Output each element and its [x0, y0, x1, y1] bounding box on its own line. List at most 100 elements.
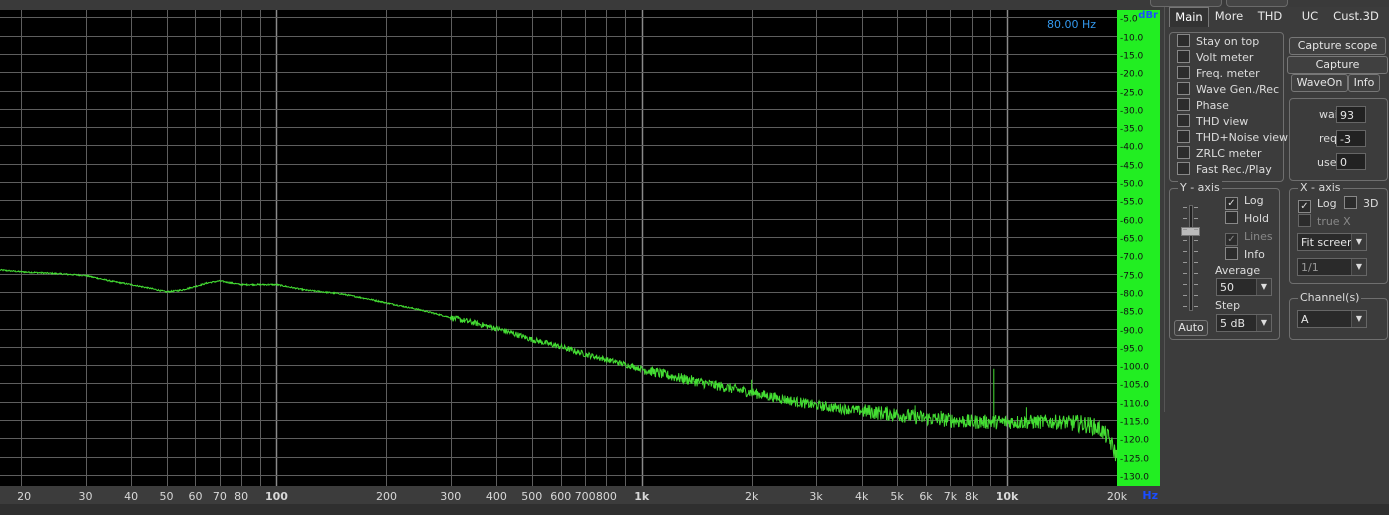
channel-select[interactable]: A ▼ [1297, 310, 1367, 328]
option-row[interactable]: Freq. meter [1177, 66, 1260, 82]
tab-thd[interactable]: THD [1251, 7, 1289, 26]
ratio-select[interactable]: 1/1 ▼ [1297, 258, 1367, 276]
frequency-readout: 80.00 Hz [1047, 18, 1096, 31]
y-tick-label: -20.0 [1120, 70, 1144, 80]
y-lines-checkbox[interactable]: ✓ [1225, 233, 1238, 246]
option-row[interactable]: Fast Rec./Play [1177, 162, 1272, 178]
chevron-down-icon: ▼ [1256, 315, 1271, 331]
option-label: THD view [1196, 115, 1249, 128]
capture-spectrum-button[interactable]: Capture spectrum [1287, 56, 1388, 87]
x-tick-label: 3k [809, 490, 823, 503]
x-tick-label: 10k [996, 490, 1019, 503]
y-tick-label: -115.0 [1120, 418, 1149, 428]
y-tick-label: -75.0 [1120, 272, 1144, 282]
option-checkbox[interactable] [1177, 146, 1190, 159]
x-tick-label: 20k [1107, 490, 1128, 503]
x-tick-label: 50 [160, 490, 174, 503]
y-tick-label: -95.0 [1120, 345, 1144, 355]
y-tick-label: -45.0 [1120, 162, 1144, 172]
option-label: Volt meter [1196, 51, 1254, 64]
x-tick-label: 700 [575, 490, 596, 503]
y-tick-label: -120.0 [1120, 436, 1149, 446]
option-checkbox[interactable] [1177, 66, 1190, 79]
x-log-option[interactable]: ✓ Log [1298, 196, 1337, 213]
y-scale-bar [1117, 10, 1160, 486]
y-tick-label: -5.0 [1120, 15, 1138, 25]
x-3d-option[interactable]: 3D [1344, 196, 1378, 212]
x-tick-label: 100 [265, 490, 288, 503]
x-tick-label: 8k [965, 490, 979, 503]
x-tick-label: 70 [213, 490, 227, 503]
y-tick-label: -10.0 [1120, 34, 1144, 44]
y-lines-option[interactable]: ✓ Lines [1225, 229, 1273, 246]
channels-title: Channel(s) [1298, 291, 1362, 304]
capture-scope-button[interactable]: Capture scope [1289, 37, 1386, 55]
tab-cust3d[interactable]: Cust.3D [1331, 7, 1381, 26]
option-label: Fast Rec./Play [1196, 163, 1272, 176]
x-tick-label: 400 [486, 490, 507, 503]
option-row[interactable]: THD view [1177, 114, 1248, 130]
auto-button[interactable]: Auto [1174, 320, 1208, 336]
toolbar-button[interactable] [1150, 0, 1222, 7]
option-checkbox[interactable] [1177, 98, 1190, 111]
fit-mode-select[interactable]: Fit screen ▼ [1297, 233, 1367, 251]
option-checkbox[interactable] [1177, 130, 1190, 143]
y-info-option[interactable]: Info [1225, 247, 1265, 263]
option-row[interactable]: THD+Noise view [1177, 130, 1288, 146]
y-tick-label: -35.0 [1120, 125, 1144, 135]
x-tick-label: 20 [17, 490, 31, 503]
y-zoom-slider[interactable] [1179, 203, 1201, 313]
used-field[interactable]: 0 [1336, 153, 1366, 170]
x-tick-label: 1k [634, 490, 650, 503]
toolbar-button[interactable] [1226, 0, 1288, 7]
average-select[interactable]: 50 ▼ [1216, 278, 1272, 296]
true-x-checkbox[interactable] [1298, 214, 1311, 227]
x-tick-label: 80 [234, 490, 248, 503]
tab-more[interactable]: More [1209, 7, 1249, 26]
step-select[interactable]: 5 dB ▼ [1216, 314, 1272, 332]
y-hold-checkbox[interactable] [1225, 211, 1238, 224]
info-button[interactable]: Info [1348, 74, 1380, 92]
y-hold-option[interactable]: Hold [1225, 211, 1269, 227]
x-tick-label: 2k [745, 490, 759, 503]
y-tick-label: -110.0 [1120, 400, 1149, 410]
y-tick-label: -70.0 [1120, 253, 1144, 263]
option-checkbox[interactable] [1177, 82, 1190, 95]
y-tick-label: -90.0 [1120, 327, 1144, 337]
x-3d-checkbox[interactable] [1344, 196, 1357, 209]
y-tick-label: -30.0 [1120, 107, 1144, 117]
y-axis-title: Y - axis [1178, 181, 1222, 194]
option-row[interactable]: Volt meter [1177, 50, 1253, 66]
y-tick-label: -55.0 [1120, 198, 1144, 208]
option-checkbox[interactable] [1177, 50, 1190, 63]
x-tick-label: 600 [550, 490, 571, 503]
option-row[interactable]: ZRLC meter [1177, 146, 1262, 162]
y-tick-label: -50.0 [1120, 180, 1144, 190]
y-tick-label: -40.0 [1120, 143, 1144, 153]
true-x-option[interactable]: true X [1298, 214, 1351, 230]
wait-field[interactable]: 93 [1336, 106, 1366, 123]
chevron-down-icon: ▼ [1256, 279, 1271, 295]
option-row[interactable]: Stay on top [1177, 34, 1259, 50]
chevron-down-icon: ▼ [1351, 259, 1366, 275]
x-tick-label: 6k [919, 490, 933, 503]
x-log-checkbox[interactable]: ✓ [1298, 200, 1311, 213]
option-label: THD+Noise view [1196, 131, 1289, 144]
tab-uc[interactable]: UC [1291, 7, 1329, 26]
tab-main[interactable]: Main [1169, 7, 1209, 27]
option-row[interactable]: Phase [1177, 98, 1229, 114]
spectrum-plot[interactable]: -5.0 -10.0 -15.0 -20.0 -25.0 -30.0 -35.0 -40.0 -… [0, 10, 1160, 504]
x-unit-label: Hz [1142, 489, 1158, 502]
y-tick-label: -100.0 [1120, 363, 1149, 373]
option-checkbox[interactable] [1177, 34, 1190, 47]
waveon-button[interactable]: WaveOn [1291, 74, 1348, 92]
y-log-checkbox[interactable]: ✓ [1225, 197, 1238, 210]
option-checkbox[interactable] [1177, 162, 1190, 175]
x-tick-label: 60 [188, 490, 202, 503]
option-checkbox[interactable] [1177, 114, 1190, 127]
req-field[interactable]: -3 [1336, 130, 1366, 147]
option-row[interactable]: Wave Gen./Rec [1177, 82, 1279, 98]
x-tick-label: 5k [890, 490, 904, 503]
y-info-checkbox[interactable] [1225, 247, 1238, 260]
y-log-option[interactable]: ✓ Log [1225, 193, 1264, 210]
